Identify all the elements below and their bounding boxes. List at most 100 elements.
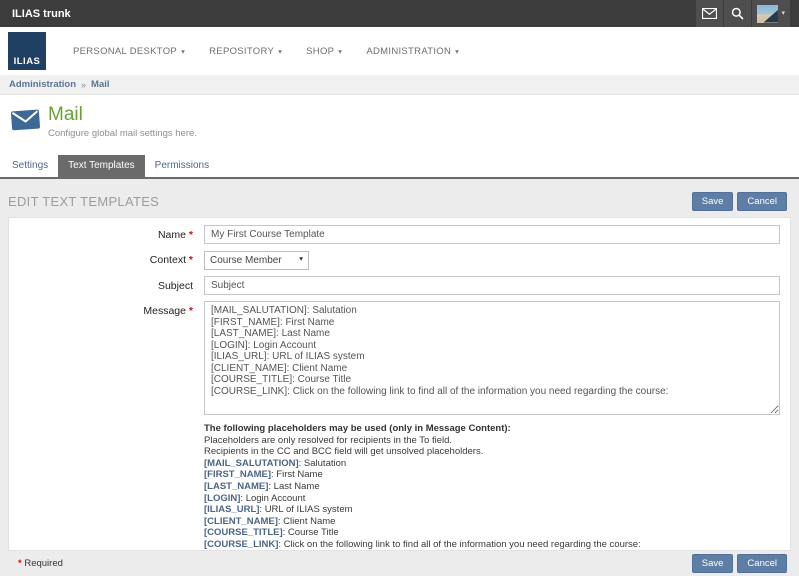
nav-menu: PERSONAL DESKTOP ▾ REPOSITORY ▾ SHOP ▾ A…: [61, 40, 471, 63]
top-action-buttons: Save Cancel: [692, 192, 787, 211]
nav-personal-desktop[interactable]: PERSONAL DESKTOP ▾: [61, 40, 197, 63]
placeholder-token: [ILIAS_URL]: [204, 504, 259, 515]
placeholder-token: [LOGIN]: [204, 493, 240, 504]
placeholder-token: [LAST_NAME]: [204, 481, 268, 492]
breadcrumb-mail[interactable]: Mail: [91, 79, 109, 90]
required-star: *: [189, 229, 193, 241]
tab-bar: Settings Text Templates Permissions: [0, 155, 799, 177]
chevron-down-icon: ▾: [338, 47, 342, 56]
message-label-text: Message: [143, 305, 186, 317]
name-label: Name *: [9, 225, 193, 244]
required-star: *: [18, 558, 22, 569]
placeholder-desc: : URL of ILIAS system: [259, 504, 352, 515]
placeholder-desc: : Course Title: [283, 527, 339, 538]
nav-administration-label: ADMINISTRATION: [366, 46, 451, 57]
form-footer: * Required Save Cancel: [0, 551, 799, 576]
nav-shop[interactable]: SHOP ▾: [294, 40, 354, 63]
placeholder-item: [FIRST_NAME]: First Name: [204, 469, 790, 481]
main-nav: ILIAS PERSONAL DESKTOP ▾ REPOSITORY ▾ SH…: [0, 27, 799, 75]
subject-row: Subject: [9, 276, 790, 295]
name-row: Name *: [9, 225, 790, 244]
content-area: EDIT TEXT TEMPLATES Save Cancel Name * C…: [0, 179, 799, 576]
placeholder-token: [FIRST_NAME]: [204, 469, 271, 480]
required-note: * Required: [18, 558, 63, 569]
context-label: Context *: [9, 250, 193, 270]
breadcrumb-separator: »: [81, 80, 86, 90]
chevron-down-icon: ▾: [278, 47, 282, 56]
context-row: Context * Course Member ▾: [9, 250, 790, 270]
placeholder-item: [ILIAS_URL]: URL of ILIAS system: [204, 504, 790, 516]
page-subtitle: Configure global mail settings here.: [48, 128, 197, 139]
breadcrumb-administration[interactable]: Administration: [9, 79, 76, 90]
message-label: Message *: [9, 301, 193, 415]
placeholder-desc: : Click on the following link to find al…: [278, 539, 640, 550]
page-header: Mail Configure global mail settings here…: [0, 95, 799, 179]
placeholder-token: [MAIL_SALUTATION]: [204, 458, 299, 469]
user-menu-button[interactable]: ▾: [752, 0, 790, 27]
nav-administration[interactable]: ADMINISTRATION ▾: [354, 40, 471, 63]
placeholder-item: [COURSE_LINK]: Click on the following li…: [204, 539, 790, 551]
avatar-image: [763, 10, 778, 23]
placeholder-item: [LOGIN]: Login Account: [204, 493, 790, 505]
topbar-actions: ▾: [696, 0, 790, 27]
message-textarea[interactable]: [MAIL_SALUTATION]: Salutation [FIRST_NAM…: [204, 301, 780, 415]
context-label-text: Context: [150, 254, 186, 266]
search-icon: [731, 7, 744, 20]
placeholder-token: [COURSE_LINK]: [204, 539, 278, 550]
placeholder-item: [MAIL_SALUTATION]: Salutation: [204, 458, 790, 470]
section-heading: EDIT TEXT TEMPLATES: [8, 194, 159, 209]
ilias-window: ILIAS trunk ▾ ILIAS: [0, 0, 799, 576]
mail-button[interactable]: [696, 0, 723, 27]
placeholder-note-2: Recipients in the CC and BCC field will …: [204, 446, 790, 458]
required-label: Required: [24, 558, 63, 569]
nav-personal-desktop-label: PERSONAL DESKTOP: [73, 46, 177, 57]
placeholder-item: [LAST_NAME]: Last Name: [204, 481, 790, 493]
context-select[interactable]: Course Member: [204, 251, 309, 270]
placeholder-token: [CLIENT_NAME]: [204, 516, 278, 527]
ilias-logo[interactable]: ILIAS: [8, 32, 46, 70]
mail-object-icon: [10, 107, 41, 138]
avatar: [757, 5, 778, 23]
name-label-text: Name: [158, 229, 186, 241]
save-button[interactable]: Save: [692, 554, 734, 573]
window-title: ILIAS trunk: [0, 8, 71, 20]
title-block: Mail Configure global mail settings here…: [48, 105, 197, 139]
placeholder-desc: : Client Name: [278, 516, 336, 527]
mail-icon: [702, 8, 717, 19]
save-button[interactable]: Save: [692, 192, 734, 211]
section-header-row: EDIT TEXT TEMPLATES Save Cancel: [0, 179, 799, 217]
nav-repository-label: REPOSITORY: [209, 46, 274, 57]
placeholder-token: [COURSE_TITLE]: [204, 527, 283, 538]
top-bar: ILIAS trunk ▾: [0, 0, 799, 27]
title-row: Mail Configure global mail settings here…: [0, 95, 799, 139]
nav-repository[interactable]: REPOSITORY ▾: [197, 40, 294, 63]
subject-label-text: Subject: [158, 280, 193, 292]
required-star: *: [189, 254, 193, 266]
placeholder-desc: : Login Account: [240, 493, 305, 504]
tab-permissions[interactable]: Permissions: [145, 155, 219, 177]
cancel-button[interactable]: Cancel: [737, 192, 787, 211]
cancel-button[interactable]: Cancel: [737, 554, 787, 573]
placeholder-note-1: Placeholders are only resolved for recip…: [204, 435, 790, 447]
logo-text: ILIAS: [8, 56, 46, 67]
name-input[interactable]: [204, 225, 780, 244]
placeholder-info: The following placeholders may be used (…: [204, 423, 790, 551]
placeholder-item: [CLIENT_NAME]: Client Name: [204, 516, 790, 528]
page-title: Mail: [48, 105, 197, 126]
subject-input[interactable]: [204, 276, 780, 295]
placeholder-desc: : Last Name: [268, 481, 319, 492]
placeholder-item: [COURSE_TITLE]: Course Title: [204, 527, 790, 539]
bottom-action-buttons: Save Cancel: [692, 554, 787, 573]
tab-settings[interactable]: Settings: [2, 155, 58, 177]
context-select-wrap: Course Member ▾: [204, 250, 309, 270]
placeholder-info-heading: The following placeholders may be used (…: [204, 423, 790, 435]
tab-text-templates[interactable]: Text Templates: [58, 155, 145, 177]
subject-label: Subject: [9, 276, 193, 295]
message-row: Message * [MAIL_SALUTATION]: Salutation …: [9, 301, 790, 415]
nav-shop-label: SHOP: [306, 46, 334, 57]
search-button[interactable]: [724, 0, 751, 27]
form-panel: Name * Context * Course Member ▾: [8, 217, 791, 551]
required-star: *: [189, 305, 193, 317]
breadcrumb: Administration » Mail: [0, 75, 799, 95]
chevron-down-icon: ▾: [455, 47, 459, 56]
